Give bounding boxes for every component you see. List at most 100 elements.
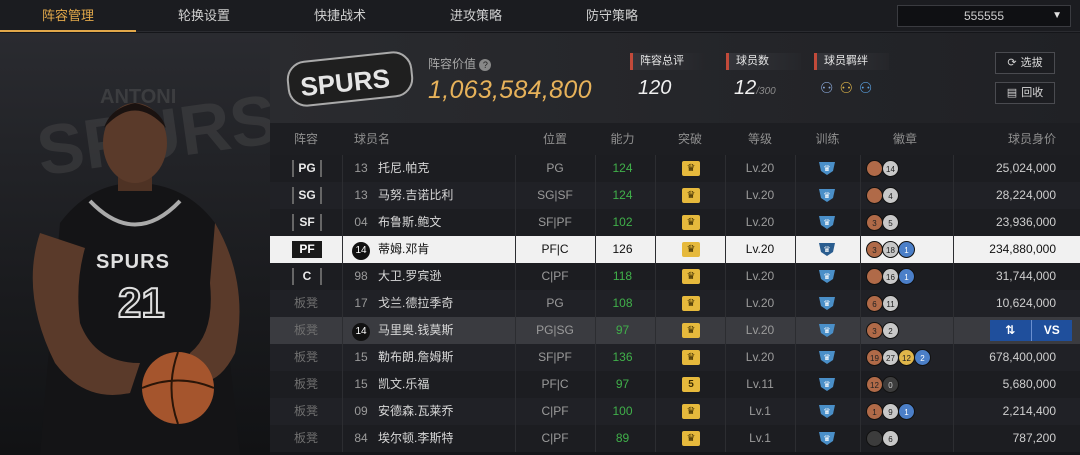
tab-quick-tactics[interactable]: 快捷战术: [272, 0, 408, 32]
player-count: 12/300: [734, 77, 776, 99]
player-number: 17: [354, 296, 368, 310]
badge-icon: 2: [882, 322, 899, 339]
table-row[interactable]: 板凳 14 马里奥.钱莫斯 PG|SG 97 ♛ Lv.20 ♛ 3 2 ⇅ VS: [270, 317, 1080, 344]
player-number: 84: [354, 431, 368, 445]
training-icon[interactable]: ♛: [818, 242, 836, 257]
training-icon[interactable]: ♛: [818, 323, 836, 338]
badge-list: 6: [866, 430, 899, 447]
slot-label: 板凳: [293, 350, 318, 364]
player-value: 678,400,000: [989, 350, 1056, 364]
slot-label: 板凳: [293, 404, 318, 418]
player-name[interactable]: 凯文.乐福: [378, 371, 429, 398]
col-break: 突破: [677, 132, 702, 146]
table-row[interactable]: SF 04 布鲁斯.鲍文 SF|PF 102 ♛ Lv.20 ♛ 3 5 23,936,000: [270, 209, 1080, 236]
table-row[interactable]: SG 13 马努.吉诺比利 SG|SF 124 ♛ Lv.20 ♛ 4 28,224,000: [270, 182, 1080, 209]
training-icon[interactable]: ♛: [818, 161, 836, 176]
table-row[interactable]: PG 13 托尼.帕克 PG 124 ♛ Lv.20 ♛ 14 25,024,000: [270, 155, 1080, 182]
player-name[interactable]: 马里奥.钱莫斯: [378, 317, 453, 344]
crown-icon: ♛: [682, 404, 700, 419]
svg-text:♛: ♛: [823, 353, 830, 362]
select-button[interactable]: ⟳ 选拔: [995, 52, 1055, 74]
player-name[interactable]: 托尼.帕克: [378, 155, 429, 182]
table-row[interactable]: 板凳 09 安德森.瓦莱乔 C|PF 100 ♛ Lv.1 ♛ 1 9 1 2,214,400: [270, 398, 1080, 425]
tab-rotation[interactable]: 轮换设置: [136, 0, 272, 32]
player-position: PG|SG: [536, 323, 574, 337]
player-overall: 97: [615, 323, 630, 337]
player-name[interactable]: 勒布朗.詹姆斯: [378, 344, 453, 371]
chemistry-icon: ⚇: [839, 80, 853, 97]
svg-text:♛: ♛: [823, 326, 830, 335]
player-value: 10,624,000: [995, 296, 1056, 310]
player-value: 787,200: [1012, 431, 1056, 445]
server-select[interactable]: 555555 ▼: [897, 5, 1071, 27]
player-name[interactable]: 戈兰.德拉季奇: [378, 290, 453, 317]
badge-icon: [866, 430, 883, 447]
player-level: Lv.1: [749, 404, 771, 418]
slot-badge: C: [292, 268, 322, 285]
player-value: 5,680,000: [1002, 377, 1056, 391]
jersey-number: 21: [117, 278, 166, 327]
player-overall: 100: [612, 404, 633, 418]
slot-label: 板凳: [293, 377, 318, 391]
spurs-logo: SPURS: [286, 51, 414, 107]
table-row[interactable]: 板凳 84 埃尔顿.李斯特 C|PF 89 ♛ Lv.1 ♛ 6 787,200: [270, 425, 1080, 452]
col-level: 等级: [747, 132, 772, 146]
training-icon[interactable]: ♛: [818, 431, 836, 446]
badge-list: 6 11: [866, 295, 899, 312]
table-row[interactable]: 板凳 15 凯文.乐福 PF|C 97 5 Lv.11 ♛ 12 0 5,680,000: [270, 371, 1080, 398]
badge-icon: 3: [866, 241, 883, 258]
training-icon[interactable]: ♛: [818, 269, 836, 284]
badge-icon: [866, 187, 883, 204]
training-icon[interactable]: ♛: [818, 215, 836, 230]
training-icon[interactable]: ♛: [818, 296, 836, 311]
badge-icon: 3: [866, 322, 883, 339]
player-value: 2,214,400: [1002, 404, 1056, 418]
player-name[interactable]: 马努.吉诺比利: [378, 182, 453, 209]
top-nav: 阵容管理 轮换设置 快捷战术 进攻策略 防守策略 555555 ▼: [0, 0, 1080, 32]
chemistry-icon: ⚇: [820, 80, 834, 97]
training-icon[interactable]: ♛: [818, 350, 836, 365]
break-level: 5: [682, 377, 700, 392]
table-row[interactable]: PF 14 蒂姆.邓肯 PF|C 126 ♛ Lv.20 ♛ 3 18 1 234,880,000: [270, 236, 1080, 263]
swap-icon: ⇅: [1005, 323, 1016, 337]
training-icon[interactable]: ♛: [818, 377, 836, 392]
player-name[interactable]: 大卫.罗宾逊: [378, 263, 441, 290]
badge-icon: 1: [898, 241, 915, 258]
svg-text:♛: ♛: [823, 164, 830, 173]
recycle-button[interactable]: ▤ 回收: [995, 82, 1055, 104]
table-header: 阵容 球员名 位置 能力 突破 等级 训练 徽章 球员身价: [270, 123, 1080, 155]
swap-compare-button[interactable]: ⇅ VS: [990, 320, 1072, 341]
chemistry-icons: ⚇ ⚇ ⚇: [820, 79, 872, 97]
player-position: PG: [546, 161, 564, 175]
training-icon[interactable]: ♛: [818, 188, 836, 203]
svg-text:♛: ♛: [823, 434, 830, 443]
player-name[interactable]: 安德森.瓦莱乔: [378, 398, 453, 425]
player-name[interactable]: 蒂姆.邓肯: [378, 236, 429, 263]
tab-lineup[interactable]: 阵容管理: [0, 0, 136, 32]
tab-defense[interactable]: 防守策略: [544, 0, 680, 32]
crown-icon: ♛: [682, 350, 700, 365]
crown-icon: ♛: [682, 188, 700, 203]
player-name[interactable]: 布鲁斯.鲍文: [378, 209, 441, 236]
player-level: Lv.20: [745, 188, 775, 202]
crown-icon: ♛: [682, 242, 700, 257]
player-overall: 124: [612, 188, 633, 202]
table-row[interactable]: 板凳 15 勒布朗.詹姆斯 SF|PF 136 ♛ Lv.20 ♛ 19 27 12 2 678,400…: [270, 344, 1080, 371]
slot-badge: PF: [292, 241, 322, 258]
chemistry-icon: ⚇: [858, 80, 873, 97]
tab-offense[interactable]: 进攻策略: [408, 0, 544, 32]
badge-icon: 1: [898, 268, 915, 285]
chemistry-label: 球员羁绊: [814, 53, 889, 70]
player-overall: 89: [615, 431, 630, 445]
player-name[interactable]: 埃尔顿.李斯特: [378, 425, 453, 452]
badge-icon: 0: [882, 376, 899, 393]
training-icon[interactable]: ♛: [818, 404, 836, 419]
badge-icon: 5: [882, 214, 899, 231]
player-number: 09: [354, 404, 368, 418]
svg-text:♛: ♛: [823, 191, 830, 200]
table-row[interactable]: C 98 大卫.罗宾逊 C|PF 118 ♛ Lv.20 ♛ 16 1 31,744,000: [270, 263, 1080, 290]
badge-icon: 2: [914, 349, 931, 366]
table-row[interactable]: 板凳 17 戈兰.德拉季奇 PG 108 ♛ Lv.20 ♛ 6 11 10,624,000: [270, 290, 1080, 317]
document-icon: ▤: [1006, 87, 1018, 99]
player-value: 23,936,000: [995, 215, 1056, 229]
